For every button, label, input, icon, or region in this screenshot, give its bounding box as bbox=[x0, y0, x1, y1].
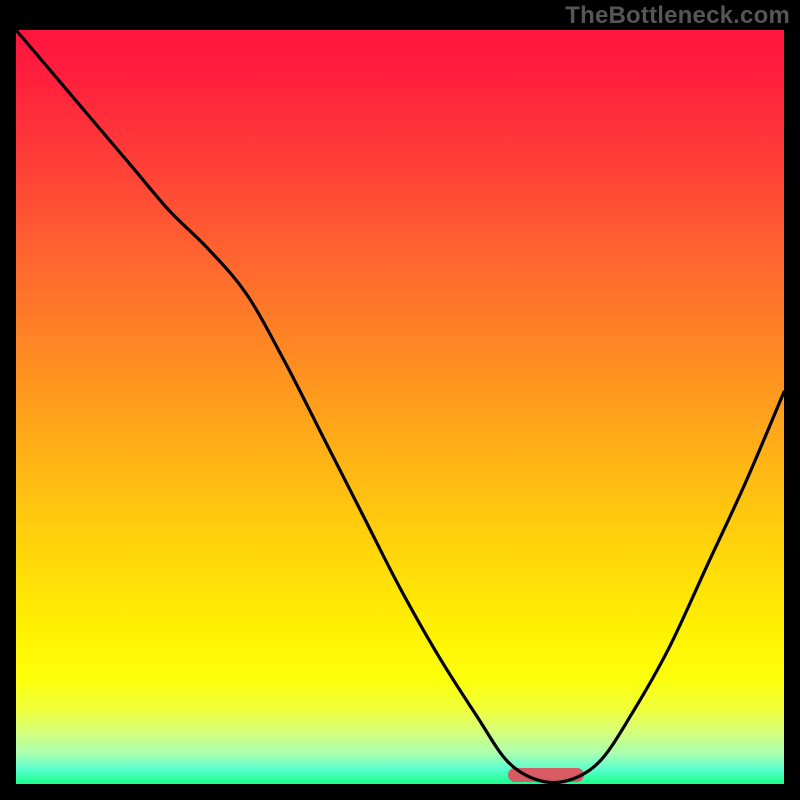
plot-area bbox=[16, 30, 784, 784]
chart-frame: TheBottleneck.com bbox=[0, 0, 800, 800]
bottleneck-curve bbox=[16, 30, 784, 784]
watermark-text: TheBottleneck.com bbox=[565, 2, 790, 30]
